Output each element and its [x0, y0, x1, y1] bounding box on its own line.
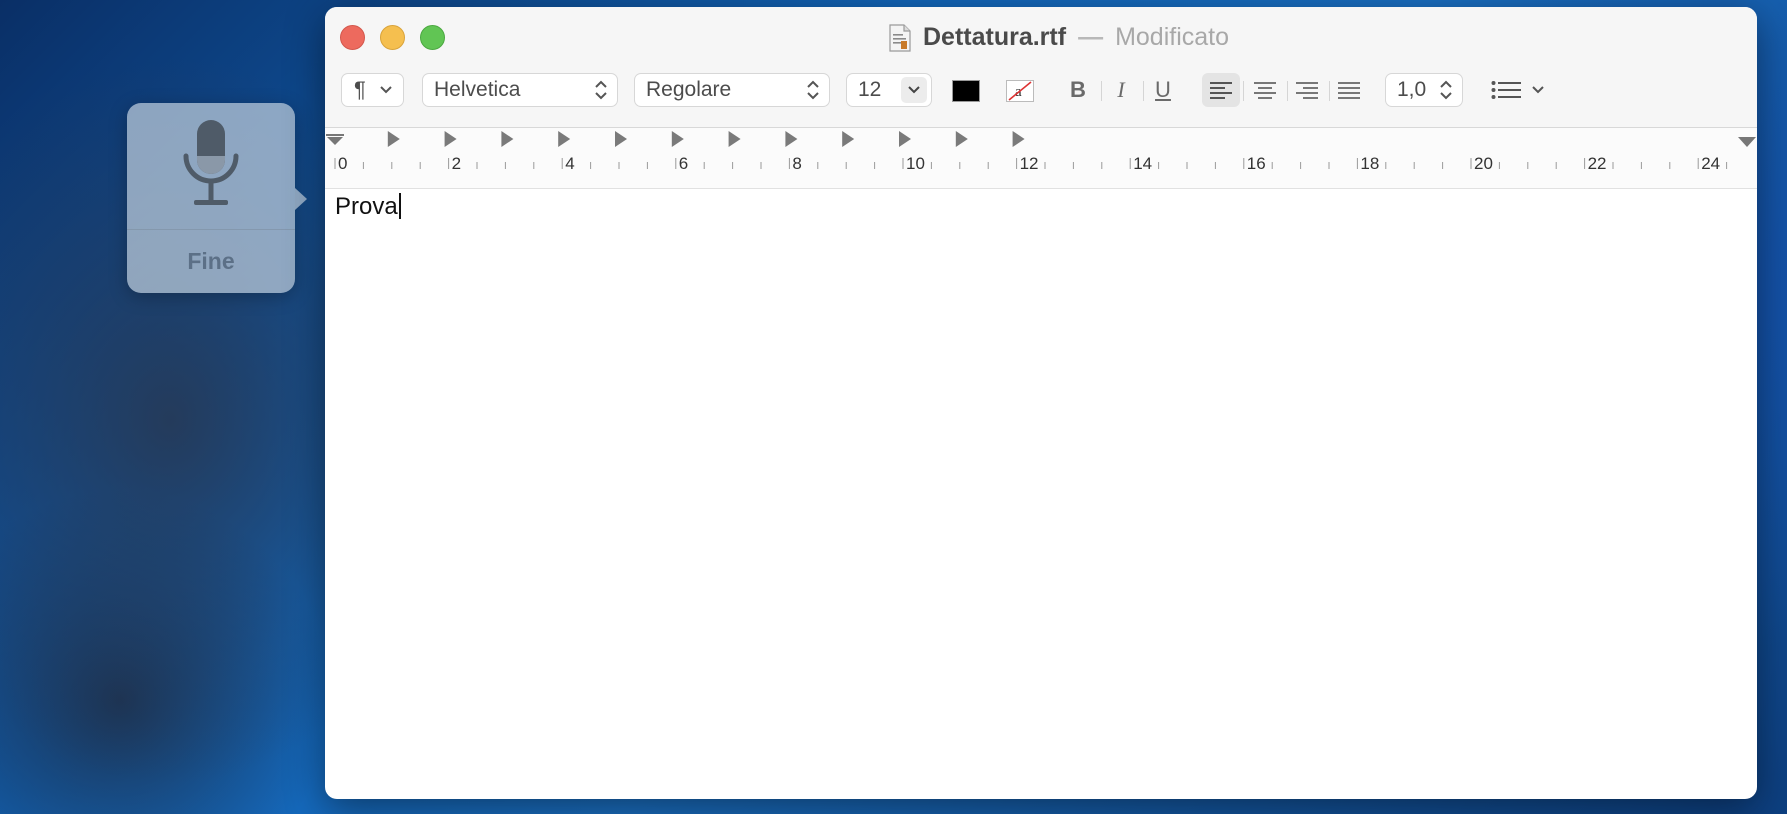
ruler-label: 16 — [1247, 154, 1266, 173]
list-icon — [1491, 81, 1521, 99]
ruler-label: 12 — [1020, 154, 1039, 173]
format-toolbar: ¶ Helvetica Regolare 12 B I U 1,0 — [325, 73, 1757, 117]
document-status: Modificato — [1115, 23, 1230, 51]
font-style-popup[interactable]: Regolare — [634, 73, 830, 107]
bold-button[interactable]: B — [1063, 73, 1093, 107]
textedit-window: Dettatura.rtf — Modificato ¶ Helvetica R… — [325, 7, 1757, 799]
tab-stop-marker[interactable] — [785, 131, 798, 147]
tab-stop-marker[interactable] — [558, 131, 571, 147]
font-size-combo[interactable]: 12 — [846, 73, 932, 107]
right-margin-marker[interactable] — [1738, 137, 1756, 147]
tab-stop-marker[interactable] — [671, 131, 684, 147]
first-line-indent-marker[interactable] — [326, 134, 344, 145]
font-style-value: Regolare — [646, 78, 732, 101]
updown-arrows-icon — [807, 80, 819, 100]
justify-button[interactable] — [1330, 73, 1368, 107]
align-left-button[interactable] — [1202, 73, 1240, 107]
title-separator: — — [1078, 23, 1104, 51]
document-area[interactable]: Prova — [325, 189, 1757, 799]
paragraph-icon: ¶ — [354, 77, 366, 102]
ruler-label: 4 — [565, 154, 574, 173]
ruler-scale: 0 2 4 6 8 10 12 14 16 18 20 22 24 — [326, 131, 1756, 173]
dictation-done-button[interactable]: Fine — [127, 229, 295, 293]
tab-stop-marker[interactable] — [728, 131, 741, 147]
updown-arrows-icon — [1440, 80, 1452, 100]
separator — [1243, 81, 1244, 101]
updown-arrows-icon — [595, 80, 607, 100]
underline-button[interactable]: U — [1148, 73, 1178, 107]
background-color-well[interactable]: a — [1006, 80, 1034, 102]
chevron-down-icon — [1532, 86, 1544, 94]
ruler-label: 2 — [452, 154, 461, 173]
line-spacing-popup[interactable]: 1,0 — [1385, 73, 1463, 107]
ruler-label: 8 — [792, 154, 801, 173]
italic-button[interactable]: I — [1106, 73, 1136, 107]
tab-stop-marker[interactable] — [1012, 131, 1025, 147]
font-family-popup[interactable]: Helvetica — [422, 73, 618, 107]
separator — [1101, 81, 1102, 101]
chevron-down-icon — [380, 86, 392, 94]
tab-stop-marker[interactable] — [615, 131, 627, 147]
dictation-panel: Fine — [127, 103, 295, 293]
chevron-down-icon — [908, 86, 920, 94]
ruler-label: 24 — [1701, 154, 1720, 173]
align-center-button[interactable] — [1246, 73, 1284, 107]
ruler-label: 20 — [1474, 154, 1493, 173]
separator — [1143, 81, 1144, 101]
font-size-value: 12 — [858, 78, 882, 101]
text-color-well[interactable] — [952, 80, 980, 102]
align-center-icon — [1254, 82, 1276, 99]
no-color-icon: a — [1008, 81, 1032, 101]
tab-stop-marker[interactable] — [387, 131, 400, 147]
ruler-label: 0 — [338, 154, 347, 173]
ruler-label: 6 — [679, 154, 688, 173]
tab-stop-marker[interactable] — [955, 131, 968, 147]
tab-stop-marker[interactable] — [842, 131, 855, 147]
document-icon — [889, 23, 911, 52]
microphone-icon — [127, 103, 295, 229]
window-title: Dettatura.rtf — Modificato — [343, 23, 1757, 52]
ruler-label: 10 — [906, 154, 925, 173]
line-spacing-value: 1,0 — [1397, 78, 1427, 101]
dictation-pointer — [295, 188, 307, 210]
document-text[interactable]: Prova — [335, 193, 401, 221]
font-size-dropdown-button[interactable] — [901, 77, 927, 103]
document-text-content: Prova — [335, 193, 398, 220]
tab-stop-marker[interactable] — [501, 131, 514, 147]
align-right-icon — [1296, 82, 1318, 99]
title-bar: Dettatura.rtf — Modificato ¶ Helvetica R… — [325, 7, 1757, 128]
font-family-value: Helvetica — [434, 78, 521, 101]
ruler-label: 18 — [1360, 154, 1379, 173]
ruler-label: 14 — [1133, 154, 1152, 173]
justify-icon — [1338, 82, 1360, 99]
document-filename: Dettatura.rtf — [922, 23, 1067, 51]
align-right-button[interactable] — [1288, 73, 1326, 107]
text-cursor — [398, 193, 401, 219]
paragraph-style-popup[interactable]: ¶ — [341, 73, 404, 107]
list-bullets-popup[interactable] — [1485, 73, 1551, 107]
ruler[interactable]: 0 2 4 6 8 10 12 14 16 18 20 22 24 — [325, 128, 1757, 189]
ruler-label: 22 — [1588, 154, 1607, 173]
align-left-icon — [1210, 82, 1232, 99]
tab-stop-marker[interactable] — [444, 131, 457, 147]
tab-stop-marker[interactable] — [899, 131, 911, 147]
